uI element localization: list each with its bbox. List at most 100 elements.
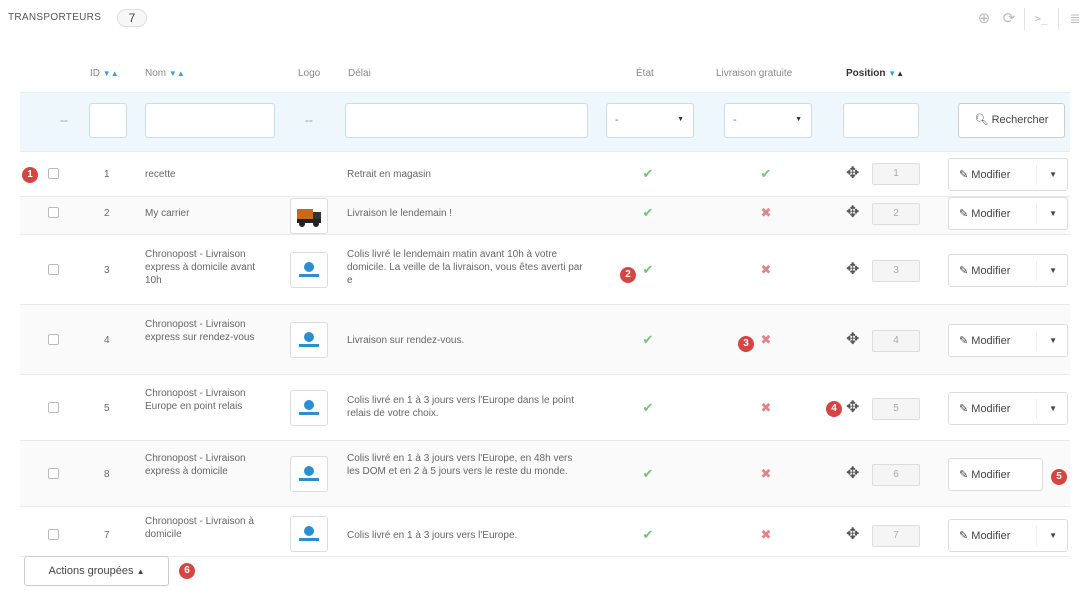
column-header-id[interactable]: ID ▼▲ — [90, 68, 119, 79]
plus-circle-icon[interactable]: ⊕ — [975, 10, 993, 28]
status-enabled-icon[interactable]: ✔ — [640, 262, 656, 278]
row-name: Chronopost - Livraison à domicile — [145, 516, 254, 540]
column-header-free-shipping: Livraison gratuite — [716, 68, 793, 79]
row-name: Chronopost - Livraison express à domicil… — [145, 249, 256, 286]
annotation-marker: 4 — [826, 401, 842, 417]
caret-down-icon[interactable]: ▼ — [1049, 404, 1057, 413]
chronopost-logo-icon — [299, 526, 319, 541]
status-enabled-icon[interactable]: ✔ — [640, 466, 656, 482]
edit-button[interactable]: ✎ Modifier ▼ — [948, 197, 1068, 230]
search-button[interactable]: 🔍︎ Rechercher — [958, 103, 1065, 138]
drag-move-icon[interactable]: ✥ — [846, 463, 859, 483]
position-value: 5 — [872, 398, 920, 420]
drag-move-icon[interactable]: ✥ — [846, 329, 859, 349]
drag-move-icon[interactable]: ✥ — [846, 259, 859, 279]
carrier-logo — [290, 322, 328, 358]
edit-button[interactable]: ✎ Modifier ▼ — [948, 158, 1068, 191]
row-checkbox[interactable] — [48, 264, 59, 275]
refresh-icon[interactable]: ⟳ — [1000, 10, 1018, 28]
caret-down-icon[interactable]: ▼ — [1049, 336, 1057, 345]
status-enabled-icon[interactable]: ✔ — [640, 205, 656, 221]
caret-up-icon: ▲ — [136, 567, 145, 576]
filter-position-input[interactable] — [843, 103, 919, 138]
drag-move-icon[interactable]: ✥ — [846, 163, 859, 183]
row-delay: Colis livré en 1 à 3 jours vers l'Europe… — [347, 530, 518, 541]
filter-id-input[interactable] — [89, 103, 127, 138]
status-enabled-icon[interactable]: ✔ — [640, 332, 656, 348]
caret-down-icon[interactable]: ▼ — [1049, 531, 1057, 540]
chronopost-logo-icon — [299, 332, 319, 347]
sort-asc-icon[interactable]: ▲ — [111, 69, 119, 78]
status-enabled-icon[interactable]: ✔ — [640, 400, 656, 416]
edit-button[interactable]: ✎ Modifier ▼ — [948, 519, 1068, 552]
button-divider — [1036, 399, 1037, 419]
search-button-label: Rechercher — [991, 114, 1049, 126]
row-checkbox[interactable] — [48, 207, 59, 218]
edit-button[interactable]: ✎ Modifier — [948, 458, 1043, 491]
free-shipping-disabled-icon[interactable]: ✖ — [758, 332, 774, 348]
chronopost-logo-icon — [299, 262, 319, 277]
caret-down-icon[interactable]: ▼ — [1049, 170, 1057, 179]
edit-button-label: Modifier — [971, 469, 1011, 481]
filter-status-select[interactable]: - ▼ — [606, 103, 694, 138]
free-shipping-disabled-icon[interactable]: ✖ — [758, 262, 774, 278]
edit-button[interactable]: ✎ Modifier ▼ — [948, 392, 1068, 425]
sort-asc-icon[interactable]: ▲ — [896, 69, 904, 78]
row-delay: Livraison le lendemain ! — [347, 208, 453, 219]
row-checkbox[interactable] — [48, 468, 59, 479]
caret-down-icon[interactable]: ▼ — [1049, 209, 1057, 218]
row-id: 1 — [104, 169, 110, 180]
column-header-name[interactable]: Nom ▼▲ — [145, 68, 185, 79]
free-shipping-disabled-icon[interactable]: ✖ — [758, 527, 774, 543]
column-header-logo: Logo — [298, 68, 321, 79]
column-header-position-label: Position — [846, 68, 886, 79]
sort-desc-icon[interactable]: ▼ — [103, 69, 111, 78]
toolbar-divider — [1058, 8, 1059, 30]
edit-button[interactable]: ✎ Modifier ▼ — [948, 324, 1068, 357]
button-divider — [1036, 261, 1037, 281]
column-header-position[interactable]: Position ▼▲ — [846, 68, 904, 79]
drag-move-icon[interactable]: ✥ — [846, 524, 859, 544]
row-checkbox[interactable] — [48, 334, 59, 345]
bulk-actions-button[interactable]: Actions groupées ▲ — [24, 556, 169, 586]
carrier-logo — [290, 516, 328, 552]
drag-move-icon[interactable]: ✥ — [846, 397, 859, 417]
search-icon: 🔍︎ — [974, 114, 989, 126]
position-value: 7 — [872, 525, 920, 547]
row-delay: Colis livré en 1 à 3 jours vers l'Europe… — [347, 453, 573, 477]
row-checkbox[interactable] — [48, 529, 59, 540]
free-shipping-disabled-icon[interactable]: ✖ — [758, 205, 774, 221]
row-checkbox[interactable] — [48, 168, 59, 179]
filter-status-value: - — [615, 114, 619, 126]
carrier-logo — [290, 198, 328, 234]
filter-name-input[interactable] — [145, 103, 275, 138]
row-name: Chronopost - Livraison express à domicil… — [145, 453, 246, 477]
free-shipping-enabled-icon[interactable]: ✔ — [758, 166, 774, 182]
sort-asc-icon[interactable]: ▲ — [177, 69, 185, 78]
sort-desc-icon[interactable]: ▼ — [169, 69, 177, 78]
edit-button[interactable]: ✎ Modifier ▼ — [948, 254, 1068, 287]
filter-checkbox-placeholder: -- — [60, 113, 68, 127]
drag-move-icon[interactable]: ✥ — [846, 202, 859, 222]
edit-button-label: Modifier — [971, 265, 1011, 277]
button-divider — [1036, 526, 1037, 546]
row-id: 5 — [104, 403, 110, 414]
terminal-icon[interactable]: >_ — [1032, 10, 1050, 28]
button-divider — [1036, 165, 1037, 185]
row-name: My carrier — [145, 208, 190, 219]
bulk-actions-label: Actions groupées — [48, 565, 134, 577]
position-value: 6 — [872, 464, 920, 486]
filter-free-shipping-select[interactable]: - ▼ — [724, 103, 812, 138]
free-shipping-disabled-icon[interactable]: ✖ — [758, 400, 774, 416]
status-enabled-icon[interactable]: ✔ — [640, 166, 656, 182]
caret-down-icon[interactable]: ▼ — [1049, 266, 1057, 275]
database-icon[interactable]: ≣ — [1066, 10, 1084, 28]
status-enabled-icon[interactable]: ✔ — [640, 527, 656, 543]
page-title: TRANSPORTEURS — [8, 12, 102, 23]
row-checkbox[interactable] — [48, 402, 59, 413]
chronopost-logo-icon — [299, 400, 319, 415]
sort-desc-icon[interactable]: ▼ — [888, 69, 896, 78]
filter-delay-input[interactable] — [345, 103, 588, 138]
row-delay: Colis livré le lendemain matin avant 10h… — [347, 249, 583, 286]
free-shipping-disabled-icon[interactable]: ✖ — [758, 466, 774, 482]
